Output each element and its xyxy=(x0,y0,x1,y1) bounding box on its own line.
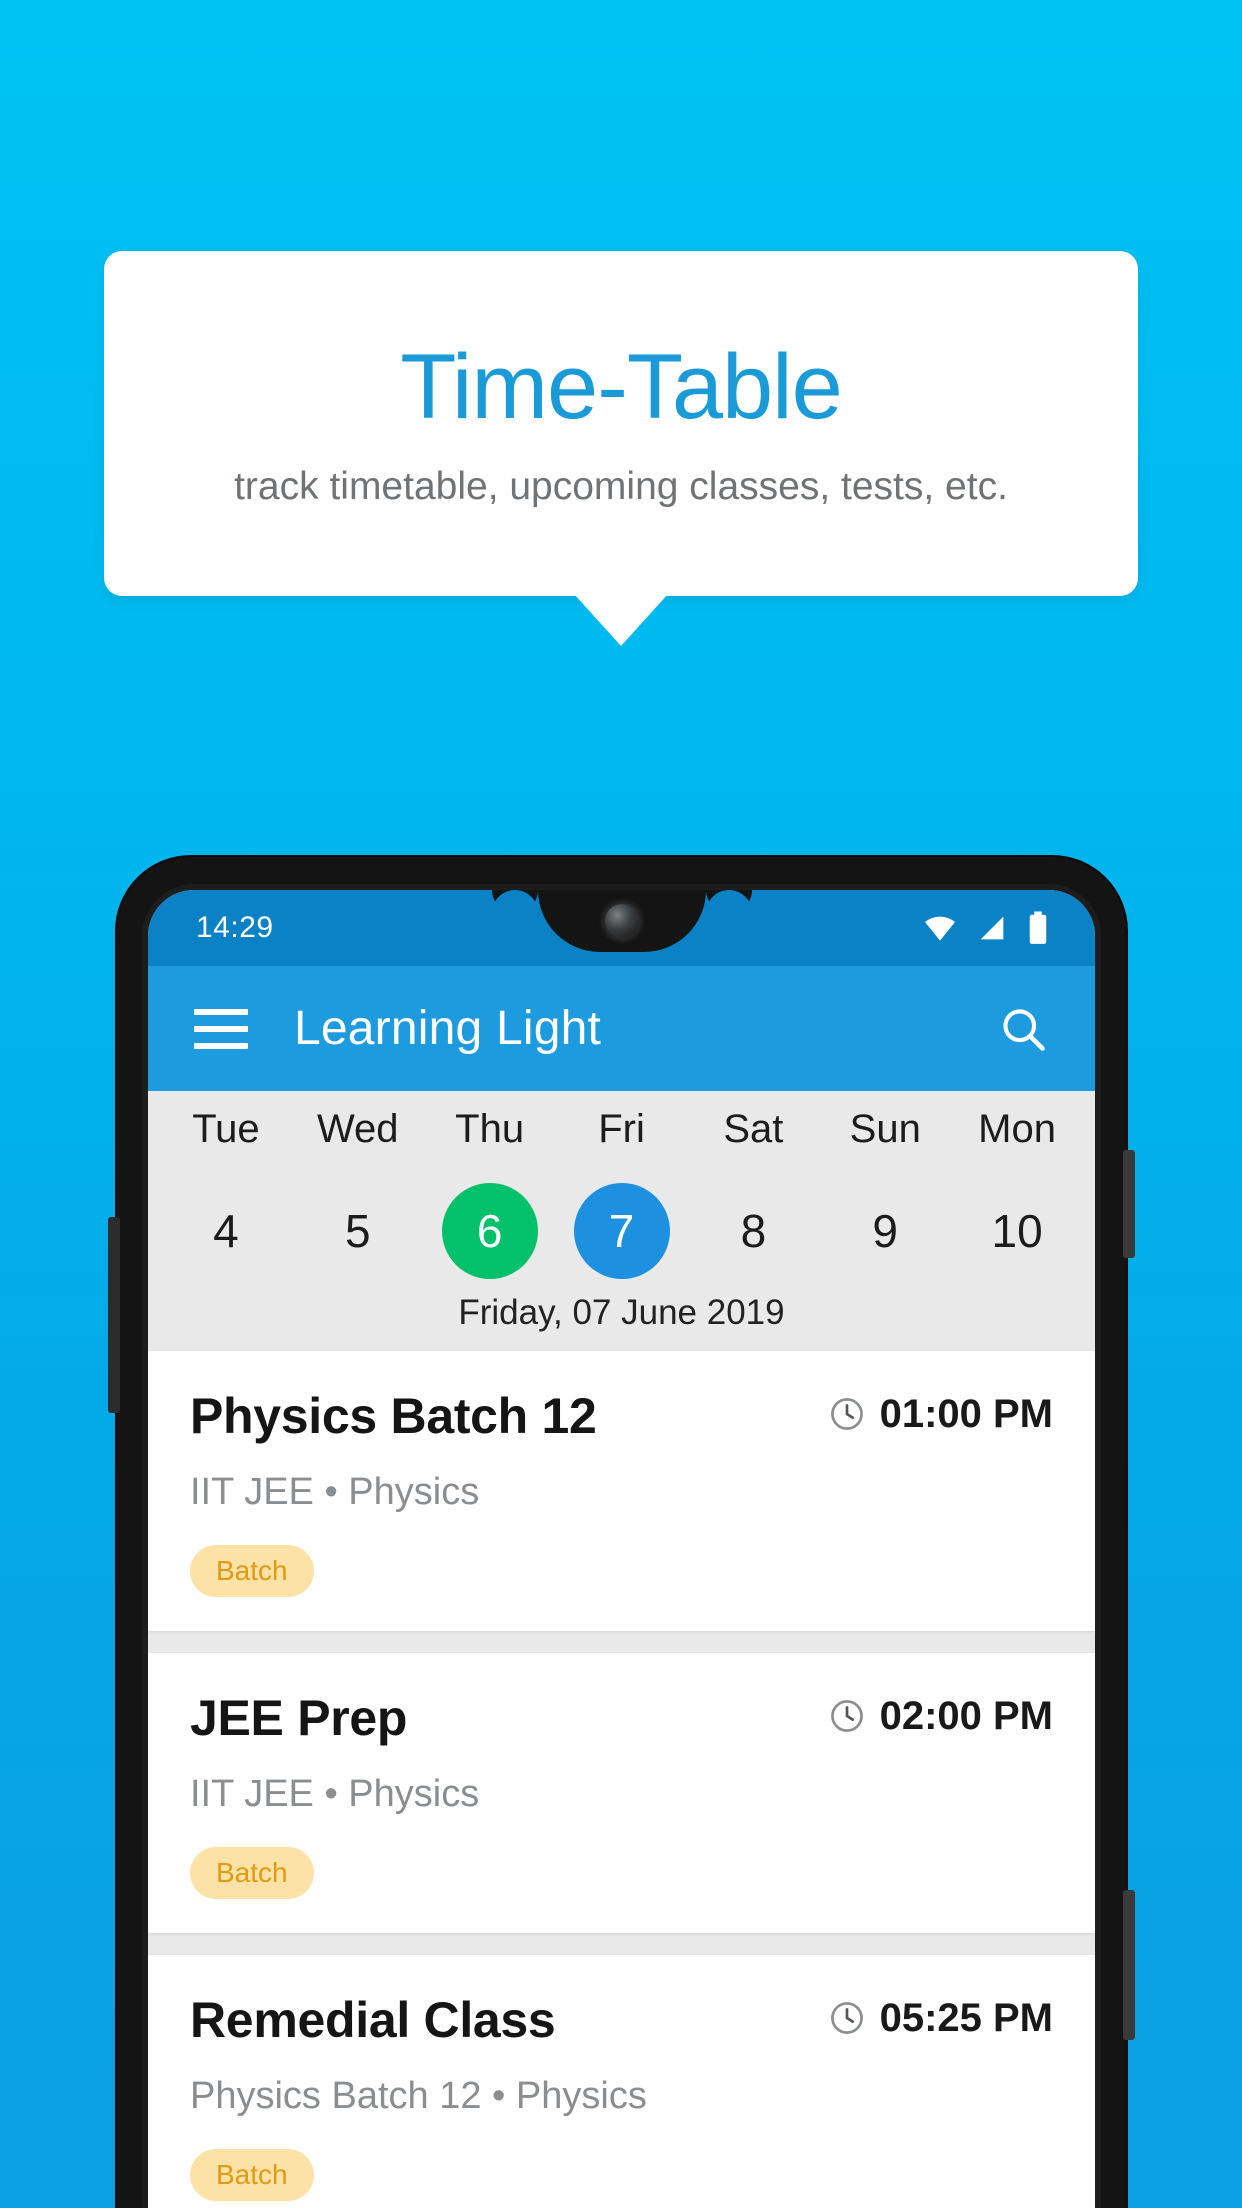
day-name-label: Sun xyxy=(849,1107,921,1151)
day-name-label: Mon xyxy=(978,1107,1056,1151)
class-time-group: 02:00 PM xyxy=(828,1694,1053,1739)
class-subtitle: IIT JEE • Physics xyxy=(190,1471,480,1513)
day-name-label: Tue xyxy=(192,1107,260,1151)
left-side-button[interactable] xyxy=(108,1217,120,1413)
search-icon[interactable] xyxy=(997,1003,1049,1055)
class-time-group: 05:25 PM xyxy=(828,1996,1053,2041)
day-name-label: Thu xyxy=(455,1107,525,1151)
class-title: Physics Batch 12 xyxy=(190,1388,597,1444)
date-strip: Tue 4 Wed 5 Thu 6 Fri 7 Sat 8 Sun 9 Mon 10 Friday, 07… xyxy=(148,1091,1095,1351)
class-subtitle: IIT JEE • Physics xyxy=(190,1773,480,1815)
phone-inner-bezel: 14:29 Learning Light Tue 4 Wed 5 Thu 6 F… xyxy=(142,884,1101,2208)
class-list: Physics Batch 12 01:00 PM IIT JEE • Physic… xyxy=(148,1351,1095,2208)
day-number-badge: 8 xyxy=(740,1205,767,1257)
promo-callout: Time-Table track timetable, upcoming cla… xyxy=(104,251,1138,596)
day-selector-row: Tue 4 Wed 5 Thu 6 Fri 7 Sat 8 Sun 9 Mon 10 xyxy=(148,1109,1095,1279)
day-cell-sat[interactable]: Sat 8 xyxy=(687,1109,819,1279)
battery-icon xyxy=(1029,911,1047,944)
class-title: JEE Prep xyxy=(190,1690,408,1746)
class-type-chip: Batch xyxy=(190,2149,314,2201)
cellular-signal-icon xyxy=(980,916,1004,940)
day-number-badge: 10 xyxy=(991,1205,1043,1257)
day-cell-wed[interactable]: Wed 5 xyxy=(292,1109,424,1279)
promo-subtitle: track timetable, upcoming classes, tests… xyxy=(234,465,1008,508)
promo-title: Time-Table xyxy=(400,336,843,438)
class-type-chip: Batch xyxy=(190,1545,314,1597)
day-cell-mon[interactable]: Mon 10 xyxy=(951,1109,1083,1279)
promo-callout-tail xyxy=(574,594,668,646)
clock-icon xyxy=(830,2002,863,2034)
wifi-icon xyxy=(924,916,956,941)
status-bar-clock: 14:29 xyxy=(196,911,274,944)
power-button[interactable] xyxy=(1123,1150,1135,1258)
day-number-badge: 6 xyxy=(441,1183,538,1279)
app-bar: Learning Light xyxy=(148,966,1095,1091)
status-bar-icons xyxy=(921,890,1051,966)
class-title: Remedial Class xyxy=(190,1992,556,2048)
class-card[interactable]: Physics Batch 12 01:00 PM IIT JEE • Physic… xyxy=(148,1351,1095,1631)
front-camera-icon xyxy=(604,904,639,938)
class-time: 05:25 PM xyxy=(879,1995,1053,2040)
day-name-label: Sat xyxy=(723,1107,784,1151)
class-card[interactable]: JEE Prep 02:00 PM IIT JEE • Physics Batch xyxy=(148,1653,1095,1933)
class-type-chip: Batch xyxy=(190,1847,314,1899)
phone-screen: 14:29 Learning Light Tue 4 Wed 5 Thu 6 F… xyxy=(148,890,1095,2208)
class-card-header: JEE Prep 02:00 PM xyxy=(190,1693,1053,1743)
class-time-group: 01:00 PM xyxy=(828,1392,1053,1437)
hamburger-menu-icon[interactable] xyxy=(194,1008,248,1049)
class-card[interactable]: Remedial Class 05:25 PM Physics Batch 12 •… xyxy=(148,1955,1095,2208)
day-cell-sun[interactable]: Sun 9 xyxy=(819,1109,951,1279)
day-name-label: Wed xyxy=(317,1107,399,1151)
selected-full-date: Friday, 07 June 2019 xyxy=(458,1293,785,1332)
clock-icon xyxy=(830,1700,863,1732)
day-cell-fri[interactable]: Fri 7 xyxy=(556,1109,688,1279)
app-title: Learning Light xyxy=(294,1002,602,1055)
volume-button[interactable] xyxy=(1123,1890,1135,2040)
day-number-badge: 9 xyxy=(872,1205,899,1257)
day-number-badge: 4 xyxy=(213,1205,239,1257)
day-cell-thu[interactable]: Thu 6 xyxy=(424,1109,556,1279)
day-cell-tue[interactable]: Tue 4 xyxy=(160,1109,292,1279)
class-card-header: Remedial Class 05:25 PM xyxy=(190,1995,1053,2045)
clock-icon xyxy=(830,1398,863,1430)
class-time: 02:00 PM xyxy=(879,1693,1053,1738)
day-name-label: Fri xyxy=(598,1107,645,1151)
day-number-badge: 5 xyxy=(344,1205,371,1257)
display-notch xyxy=(537,890,706,952)
status-bar: 14:29 xyxy=(148,890,1095,966)
phone-mockup: 14:29 Learning Light Tue 4 Wed 5 Thu 6 F… xyxy=(108,857,1135,2208)
day-number-badge: 7 xyxy=(573,1183,670,1279)
class-subtitle: Physics Batch 12 • Physics xyxy=(190,2075,647,2117)
class-card-header: Physics Batch 12 01:00 PM xyxy=(190,1391,1053,1441)
class-time: 01:00 PM xyxy=(879,1391,1053,1436)
